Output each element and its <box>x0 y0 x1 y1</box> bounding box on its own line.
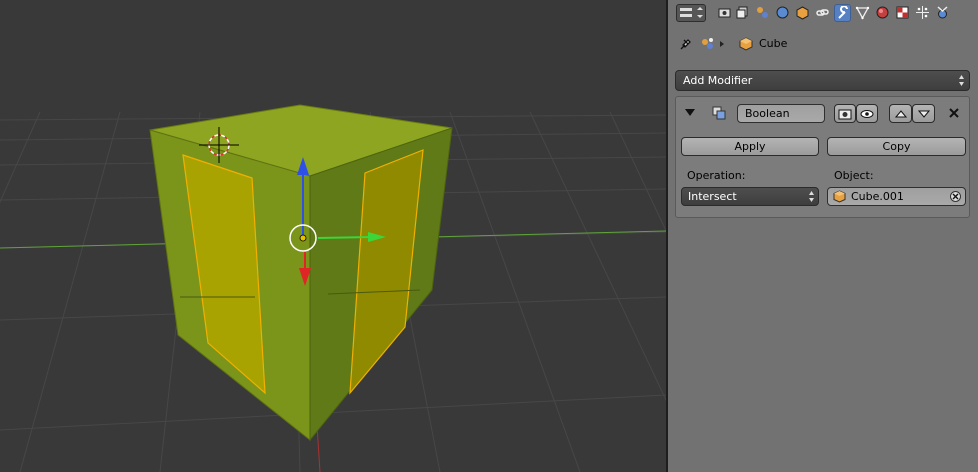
dropdown-arrows-icon <box>959 75 964 86</box>
object-origin <box>299 234 307 242</box>
apply-button[interactable]: Apply <box>681 137 819 156</box>
camera-icon <box>838 109 852 120</box>
tab-scene[interactable] <box>754 4 771 22</box>
operation-label: Operation: <box>687 169 746 182</box>
dropdown-arrows-icon <box>809 191 814 202</box>
tab-data[interactable] <box>854 4 871 22</box>
add-modifier-dropdown[interactable]: Add Modifier <box>675 70 970 91</box>
tab-world[interactable] <box>774 4 791 22</box>
properties-editor: Cube Add Modifier Boolean Apply Copy Ope… <box>668 0 978 472</box>
physics-icon <box>937 6 948 19</box>
object-cube-icon <box>796 6 809 20</box>
material-sphere-icon <box>876 6 889 19</box>
tab-modifiers[interactable] <box>834 4 851 22</box>
camera-icon <box>718 8 731 18</box>
tab-constraints[interactable] <box>814 4 831 22</box>
scene-icon <box>757 7 768 18</box>
render-layers-icon <box>736 6 748 19</box>
modifier-name-field[interactable]: Boolean <box>737 104 825 123</box>
tab-material[interactable] <box>874 4 891 22</box>
wrench-icon <box>838 6 848 19</box>
context-object-name: Cube <box>759 37 788 50</box>
boolean-modifier-icon <box>712 106 726 120</box>
operation-value: Intersect <box>688 190 737 203</box>
add-modifier-label: Add Modifier <box>683 74 753 87</box>
tab-render-layers[interactable] <box>734 4 751 22</box>
collapse-triangle-icon[interactable] <box>685 109 695 117</box>
operation-dropdown[interactable]: Intersect <box>681 187 819 206</box>
pin-icon[interactable] <box>678 36 692 52</box>
particles-icon <box>916 6 929 19</box>
world-icon <box>776 6 789 19</box>
properties-tab-bar <box>668 0 978 26</box>
editor-type-icon <box>680 7 703 18</box>
object-cube-icon <box>833 190 846 203</box>
tab-render[interactable] <box>716 4 733 22</box>
remove-modifier-close-icon[interactable] <box>948 107 960 119</box>
tab-texture[interactable] <box>894 4 911 22</box>
tab-physics[interactable] <box>934 4 951 22</box>
viewport-visibility-toggle[interactable] <box>856 104 878 123</box>
tab-particles[interactable] <box>914 4 931 22</box>
constraint-link-icon <box>816 9 829 16</box>
triangle-down-icon <box>917 110 930 118</box>
object-label: Object: <box>834 169 874 182</box>
tab-object[interactable] <box>794 4 811 22</box>
mesh-data-icon <box>855 6 870 20</box>
texture-checker-icon <box>896 6 909 19</box>
scene-icon <box>702 38 713 49</box>
viewport-scene <box>0 104 666 472</box>
boolean-modifier-panel: Boolean Apply Copy Operation: Object: In… <box>675 96 970 218</box>
triangle-up-icon <box>894 110 907 118</box>
move-down-button[interactable] <box>912 104 935 123</box>
eye-icon <box>860 110 874 118</box>
editor-type-dropdown[interactable] <box>676 4 706 22</box>
render-toggle-button[interactable] <box>834 104 856 123</box>
breadcrumb-chevron-icon <box>720 41 724 47</box>
object-cube-icon <box>739 37 753 51</box>
object-value: Cube.001 <box>851 190 904 203</box>
3d-viewport[interactable] <box>0 0 666 472</box>
copy-button[interactable]: Copy <box>827 137 966 156</box>
object-field[interactable]: Cube.001 <box>827 187 966 206</box>
clear-field-x-icon[interactable] <box>950 191 961 202</box>
move-up-button[interactable] <box>889 104 912 123</box>
